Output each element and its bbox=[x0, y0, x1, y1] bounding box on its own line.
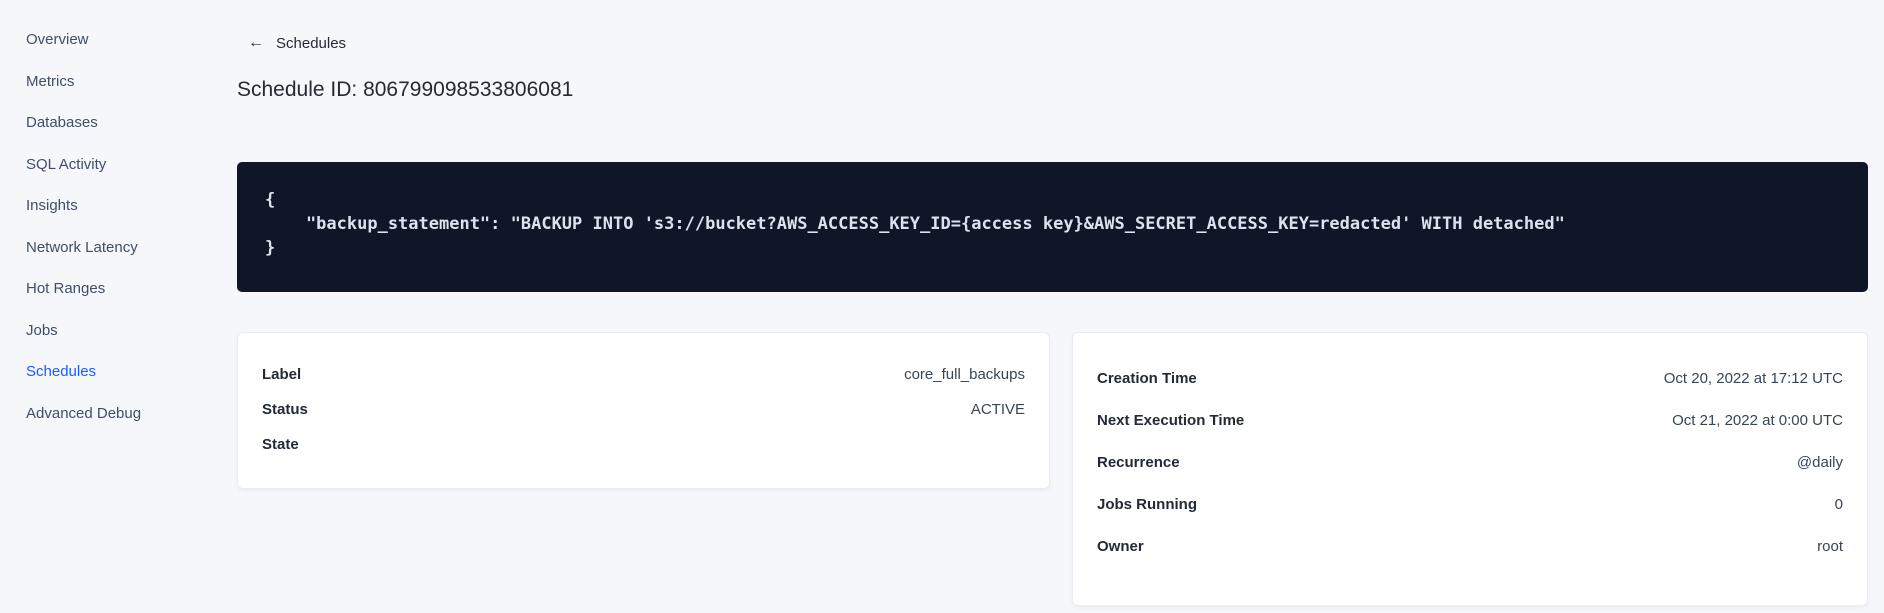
row-label: Status bbox=[262, 401, 308, 418]
sidebar-item-sql-activity[interactable]: SQL Activity bbox=[0, 144, 237, 186]
code-line: { bbox=[265, 190, 276, 210]
main-content: ← Schedules Schedule ID: 806799098533806… bbox=[237, 0, 1868, 613]
row-value: core_full_backups bbox=[904, 366, 1025, 383]
row-label: Recurrence bbox=[1097, 453, 1180, 471]
row-value: ACTIVE bbox=[970, 401, 1025, 418]
sidebar-item-metrics[interactable]: Metrics bbox=[0, 61, 237, 103]
sidebar-item-schedules[interactable]: Schedules bbox=[0, 351, 237, 393]
row-value: 0 bbox=[1834, 495, 1843, 513]
sidebar-item-network-latency[interactable]: Network Latency bbox=[0, 227, 237, 269]
row-label: Owner bbox=[1097, 537, 1144, 555]
row-value: Oct 21, 2022 at 0:00 UTC bbox=[1672, 411, 1843, 429]
detail-row-state: State bbox=[262, 427, 1025, 462]
back-link-label: Schedules bbox=[276, 34, 347, 52]
sidebar-item-insights[interactable]: Insights bbox=[0, 185, 237, 227]
sidebar-item-databases[interactable]: Databases bbox=[0, 102, 237, 144]
sidebar: Overview Metrics Databases SQL Activity … bbox=[0, 0, 237, 613]
sidebar-item-hot-ranges[interactable]: Hot Ranges bbox=[0, 268, 237, 310]
detail-cards: Label core_full_backups Status ACTIVE St… bbox=[237, 332, 1868, 606]
code-line: "backup_statement": "BACKUP INTO 's3://b… bbox=[265, 214, 1565, 234]
sidebar-item-jobs[interactable]: Jobs bbox=[0, 310, 237, 352]
schedule-definition-code-block: { "backup_statement": "BACKUP INTO 's3:/… bbox=[237, 162, 1868, 292]
row-value: root bbox=[1817, 537, 1843, 555]
code-line: } bbox=[265, 238, 276, 258]
page-title: Schedule ID: 806799098533806081 bbox=[237, 78, 574, 101]
row-label: Jobs Running bbox=[1097, 495, 1197, 513]
detail-row-owner: Owner root bbox=[1097, 525, 1843, 567]
row-label: Label bbox=[262, 366, 302, 383]
detail-row-status: Status ACTIVE bbox=[262, 392, 1025, 427]
detail-row-jobs-running: Jobs Running 0 bbox=[1097, 483, 1843, 525]
row-value: Oct 20, 2022 at 17:12 UTC bbox=[1663, 369, 1843, 387]
detail-row-next-execution-time: Next Execution Time Oct 21, 2022 at 0:00… bbox=[1097, 399, 1843, 441]
detail-row-label: Label core_full_backups bbox=[262, 357, 1025, 392]
back-link[interactable]: ← Schedules bbox=[248, 34, 1868, 52]
detail-row-recurrence: Recurrence @daily bbox=[1097, 441, 1843, 483]
schedule-timing-card: Creation Time Oct 20, 2022 at 17:12 UTC … bbox=[1072, 332, 1868, 606]
detail-row-creation-time: Creation Time Oct 20, 2022 at 17:12 UTC bbox=[1097, 357, 1843, 399]
row-value: @daily bbox=[1796, 453, 1843, 471]
row-label: Next Execution Time bbox=[1097, 411, 1245, 429]
row-label: Creation Time bbox=[1097, 369, 1197, 387]
sidebar-item-advanced-debug[interactable]: Advanced Debug bbox=[0, 393, 237, 435]
row-label: State bbox=[262, 436, 299, 453]
sidebar-item-overview[interactable]: Overview bbox=[0, 19, 237, 61]
schedule-info-card: Label core_full_backups Status ACTIVE St… bbox=[237, 332, 1050, 489]
back-arrow-icon: ← bbox=[248, 34, 264, 51]
